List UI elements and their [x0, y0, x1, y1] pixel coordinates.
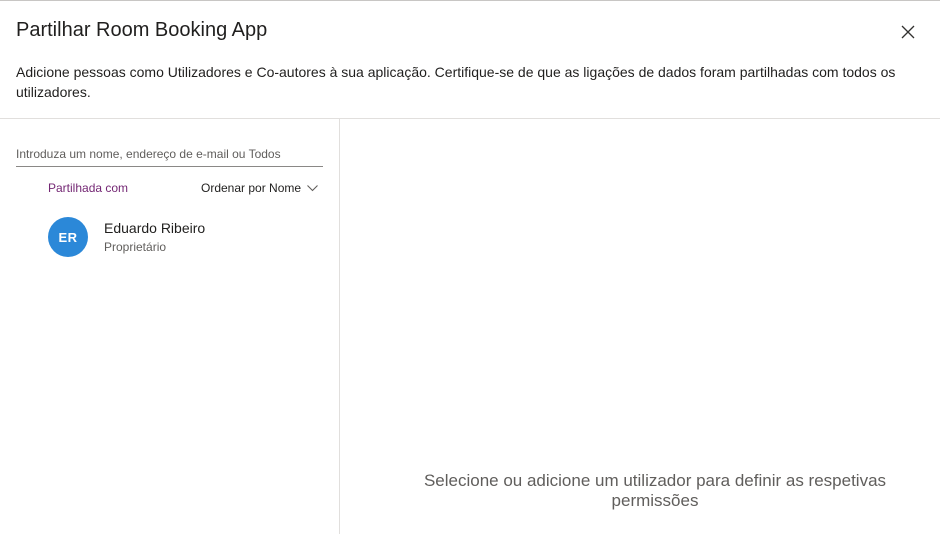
chevron-down-icon: [307, 184, 318, 191]
user-role: Proprietário: [104, 239, 167, 254]
user-info: Eduardo Ribeiro Proprietário: [104, 219, 205, 256]
list-item[interactable]: ER Eduardo Ribeiro Proprietário: [48, 217, 328, 257]
sort-dropdown[interactable]: Ordenar por Nome: [201, 179, 318, 197]
search-input[interactable]: [16, 141, 323, 167]
avatar: ER: [48, 217, 88, 257]
share-dialog: Partilhar Room Booking App Adicione pess…: [0, 0, 940, 534]
shared-users-pane: Partilhada com Ordenar por Nome ER Eduar…: [0, 119, 340, 534]
shared-with-label: Partilhada com: [48, 181, 129, 195]
dialog-description: Adicione pessoas como Utilizadores e Co-…: [16, 64, 896, 100]
user-name: Eduardo Ribeiro: [104, 219, 206, 236]
close-button[interactable]: [896, 20, 920, 44]
empty-state-message: Selecione ou adicione um utilizador para…: [423, 471, 887, 510]
close-icon: [901, 25, 915, 39]
permissions-pane: Selecione ou adicione um utilizador para…: [341, 119, 940, 534]
sort-label: Ordenar por Nome: [201, 181, 302, 195]
dialog-title: Partilhar Room Booking App: [16, 19, 268, 41]
